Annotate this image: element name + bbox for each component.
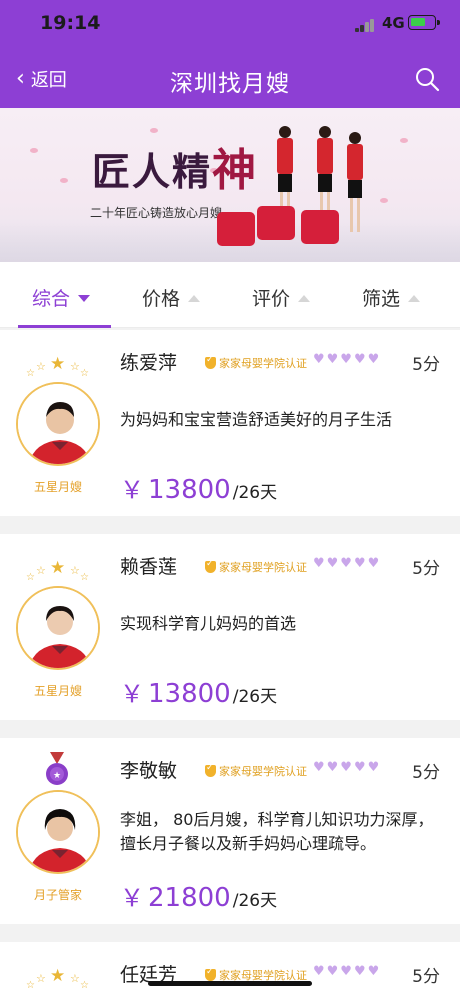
caret-up-icon bbox=[188, 295, 201, 302]
price: ￥ 13800/26天 bbox=[120, 470, 277, 505]
score: 5分 bbox=[412, 559, 440, 579]
price-unit: /26天 bbox=[232, 687, 278, 707]
certification-badge: 家家母婴学院认证 bbox=[205, 763, 307, 779]
nanny-name: 赖香莲 bbox=[120, 556, 178, 578]
caret-down-icon bbox=[78, 295, 91, 302]
caret-up-icon bbox=[408, 295, 421, 302]
tab-rating[interactable]: 评价 bbox=[252, 284, 311, 311]
signal-icon bbox=[355, 18, 377, 32]
heart-rating-icon: ♥♥♥♥♥ bbox=[313, 352, 382, 367]
price-value: 13800 bbox=[148, 679, 231, 709]
nanny-card[interactable]: ★☆☆☆☆ 五星月嫂 赖香莲 家家母婴学院认证 ♥♥♥♥♥ 5分 实现科学育儿妈… bbox=[0, 534, 460, 720]
description: 李姐， 80后月嫂，科学育儿知识功力深厚，擅长月子餐以及新手妈妈心理疏导。 bbox=[120, 810, 434, 853]
shield-icon bbox=[205, 967, 216, 981]
home-indicator[interactable] bbox=[148, 981, 312, 986]
shield-icon bbox=[205, 559, 216, 573]
level-label: 五星月嫂 bbox=[33, 480, 82, 494]
currency-symbol: ￥ bbox=[120, 884, 144, 912]
network-label: 4G bbox=[382, 14, 405, 32]
tab-filter[interactable]: 筛选 bbox=[362, 284, 421, 311]
description: 实现科学育儿妈妈的首选 bbox=[120, 614, 297, 633]
currency-symbol: ￥ bbox=[120, 476, 144, 504]
heart-rating-icon: ♥♥♥♥♥ bbox=[313, 760, 382, 775]
price: ￥ 13800/26天 bbox=[120, 674, 277, 709]
star-rating-icon: ★ ☆ ☆ ☆ ☆ bbox=[26, 966, 89, 991]
level-label: 五星月嫂 bbox=[33, 684, 82, 698]
score: 5分 bbox=[412, 355, 440, 375]
score: 5分 bbox=[412, 763, 440, 783]
score: 5分 bbox=[412, 967, 440, 987]
tab-comprehensive[interactable]: 综合 bbox=[32, 284, 91, 311]
nanny-name: 练爱萍 bbox=[120, 352, 178, 374]
tab-price[interactable]: 价格 bbox=[142, 284, 201, 311]
description: 为妈妈和宝宝营造舒适美好的月子生活 bbox=[120, 410, 393, 429]
nanny-card[interactable]: ★☆☆☆☆ 任廷芳 家家母婴学院认证 ♥♥♥♥♥ 5分 bbox=[0, 942, 460, 996]
tab-label: 价格 bbox=[142, 288, 181, 310]
promo-banner[interactable]: 匠人精神 二十年匠心铸造放心月嫂 bbox=[0, 108, 460, 262]
page-title: 深圳找月嫂 bbox=[170, 71, 290, 97]
screen: 19:14 4G ‹ 返回 深圳找月嫂 匠人精神 二十年匠心铸造放心月嫂 综合 … bbox=[0, 0, 460, 996]
price-unit: /26天 bbox=[232, 891, 278, 911]
price-unit: /26天 bbox=[232, 483, 278, 503]
medal-icon: ★ bbox=[46, 752, 68, 785]
currency-symbol: ￥ bbox=[120, 680, 144, 708]
nanny-card[interactable]: ★ 月子管家 李敬敏 家家母婴学院认证 ♥♥♥♥♥ 5分 李姐， 80后月嫂，科… bbox=[0, 738, 460, 924]
heart-rating-icon: ♥♥♥♥♥ bbox=[313, 964, 382, 979]
level-label: 月子管家 bbox=[33, 888, 82, 902]
shield-icon bbox=[205, 355, 216, 369]
price: ￥ 21800/26天 bbox=[120, 878, 277, 913]
price-value: 21800 bbox=[148, 883, 231, 913]
status-time: 19:14 bbox=[40, 12, 101, 34]
avatar bbox=[16, 790, 100, 874]
banner-subtitle: 二十年匠心铸造放心月嫂 bbox=[90, 206, 223, 220]
certification-label: 家家母婴学院认证 bbox=[219, 765, 307, 778]
caret-up-icon bbox=[298, 295, 311, 302]
price-value: 13800 bbox=[148, 475, 231, 505]
nanny-name: 李敬敏 bbox=[120, 760, 178, 782]
staff-illustration bbox=[217, 126, 363, 246]
avatar bbox=[16, 586, 100, 670]
active-tab-indicator bbox=[18, 325, 111, 328]
search-icon[interactable] bbox=[414, 66, 440, 92]
svg-text:★: ★ bbox=[53, 771, 61, 781]
nav-bar: ‹ 返回 深圳找月嫂 bbox=[0, 56, 460, 106]
tab-label: 综合 bbox=[32, 288, 71, 310]
star-rating-icon: ★ ☆ ☆ ☆ ☆ bbox=[26, 354, 89, 379]
avatar bbox=[16, 382, 100, 466]
heart-rating-icon: ♥♥♥♥♥ bbox=[313, 556, 382, 571]
sort-tabs: 综合 价格 评价 筛选 bbox=[0, 262, 460, 328]
header: 19:14 4G ‹ 返回 深圳找月嫂 bbox=[0, 0, 460, 108]
certification-label: 家家母婴学院认证 bbox=[219, 357, 307, 370]
tab-label: 筛选 bbox=[362, 288, 401, 310]
certification-badge: 家家母婴学院认证 bbox=[205, 559, 307, 575]
certification-label: 家家母婴学院认证 bbox=[219, 561, 307, 574]
banner-title-main: 匠人精 bbox=[92, 149, 213, 194]
nanny-card[interactable]: ★☆☆☆☆ 五星月嫂 练爱萍 家家母婴学院认证 ♥♥♥♥♥ 5分 为妈妈和宝宝营… bbox=[0, 330, 460, 516]
certification-badge: 家家母婴学院认证 bbox=[205, 355, 307, 371]
tab-label: 评价 bbox=[252, 288, 291, 310]
shield-icon bbox=[205, 763, 216, 777]
status-bar: 19:14 4G bbox=[0, 0, 460, 50]
battery-icon bbox=[408, 15, 440, 30]
star-rating-icon: ★ ☆ ☆ ☆ ☆ bbox=[26, 558, 89, 583]
